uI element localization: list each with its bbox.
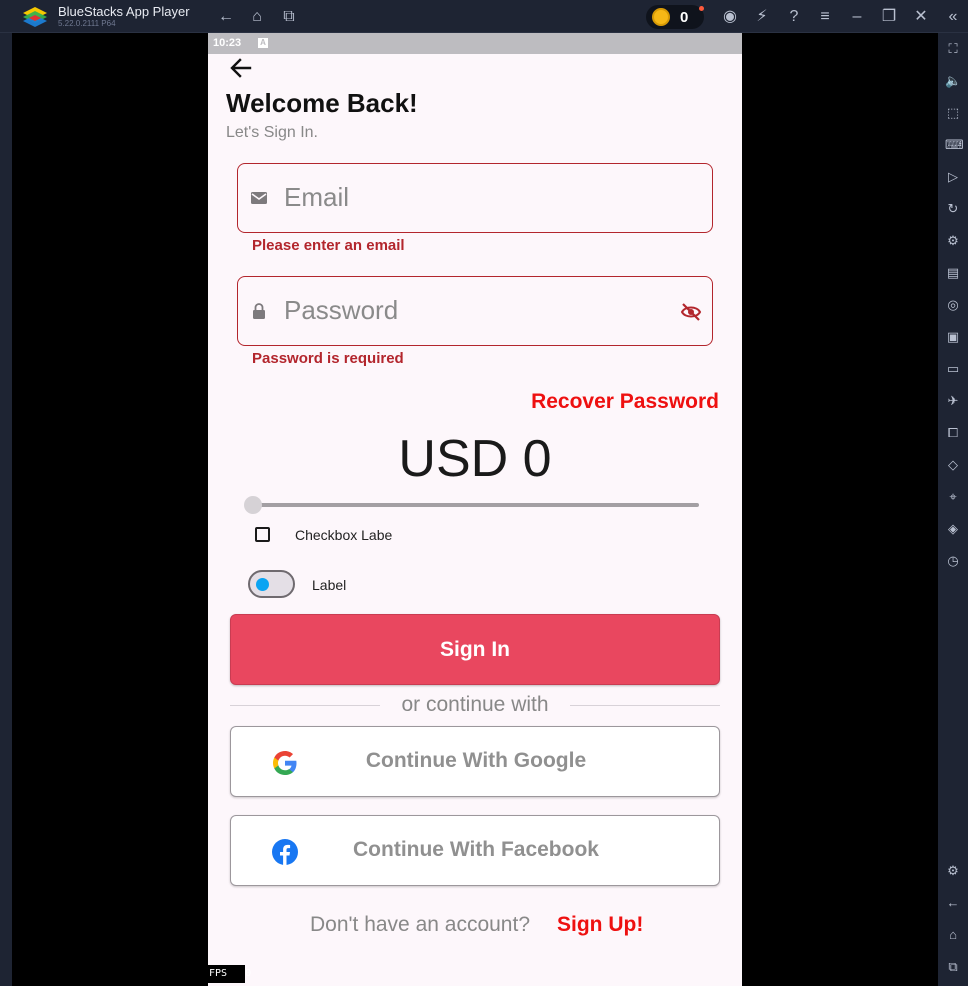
recent-apps-icon[interactable]: ⧉ (278, 6, 300, 28)
android-recents-icon[interactable]: ⧉ (945, 959, 961, 975)
mail-icon (251, 192, 267, 204)
coin-count: 0 (680, 9, 689, 26)
settings-icon[interactable]: ⚙ (945, 863, 961, 879)
menu-icon[interactable]: ≡ (814, 6, 836, 28)
home-icon[interactable]: ⌂ (246, 6, 268, 28)
page-title: Welcome Back! (226, 88, 418, 118)
divider-right (570, 705, 720, 706)
bluestacks-logo-icon (23, 7, 47, 27)
amount-slider[interactable] (253, 503, 699, 507)
location-icon[interactable]: ⌖ (945, 489, 961, 505)
eraser-icon[interactable]: ◇ (945, 457, 961, 473)
password-input[interactable] (284, 277, 664, 344)
page-subtitle: Let's Sign In. (226, 124, 318, 141)
sign-up-link[interactable]: Sign Up! (557, 913, 643, 937)
fullscreen-icon[interactable]: ⛶ (945, 41, 961, 57)
app-screen: 10:23 A Welcome Back! Let's Sign In. Ple… (208, 33, 742, 986)
window-left-border (0, 33, 12, 986)
window-titlebar: BlueStacks App Player 5.22.0.2111 P64 ← … (0, 0, 968, 33)
gamepad-icon[interactable]: ⚙ (945, 233, 961, 249)
restore-icon[interactable]: ❐ (878, 6, 900, 28)
password-field[interactable] (237, 276, 713, 346)
side-toolbar: ⛶ 🔈 ⬚ ⌨ ▷ ↻ ⚙ ▤ ◎ ▣ ▭ ✈ ⧠ ◇ ⌖ ◈ ◷ ⚙ ← ⌂ … (938, 33, 968, 986)
multi-instance-icon[interactable]: ⧠ (945, 425, 961, 441)
facebook-button[interactable]: Continue With Facebook (230, 815, 720, 886)
apk-icon[interactable]: ▤ (945, 265, 961, 281)
close-icon[interactable]: ✕ (910, 6, 932, 28)
no-account-text: Don't have an account? (310, 913, 530, 936)
android-status-bar: 10:23 A (208, 33, 742, 54)
record-icon[interactable]: ▷ (945, 169, 961, 185)
account-icon[interactable]: ◉ (719, 6, 741, 28)
folder-icon[interactable]: ▭ (945, 361, 961, 377)
toggle-label: Label (312, 577, 347, 593)
back-nav-icon[interactable]: ← (215, 6, 237, 28)
screenshot-icon[interactable]: ◎ (945, 297, 961, 313)
email-input[interactable] (284, 164, 664, 231)
back-arrow-icon[interactable] (228, 55, 254, 81)
help-icon[interactable]: ? (783, 6, 805, 28)
amount-slider-thumb[interactable] (244, 496, 262, 514)
recover-password-link[interactable]: Recover Password (531, 390, 719, 414)
fps-counter: FPS 0 (208, 965, 251, 983)
volume-icon[interactable]: 🔈 (945, 73, 961, 89)
layers-icon[interactable]: ◈ (945, 521, 961, 537)
lock-icon (253, 303, 265, 319)
coin-balance[interactable]: 0 (646, 5, 704, 29)
coin-icon (652, 8, 670, 26)
keyboard-icon[interactable]: ⌨ (945, 137, 964, 153)
app-title: BlueStacks App Player (58, 4, 190, 19)
status-indicator-icon: A (258, 38, 268, 48)
eco-mode-icon[interactable]: ⚡ (751, 6, 773, 28)
sign-in-button[interactable]: Sign In (230, 614, 720, 685)
checkbox-label: Checkbox Labe (295, 527, 393, 543)
google-button-label: Continue With Google (365, 749, 587, 772)
status-time: 10:23 (213, 37, 242, 49)
amount-display: USD 0 (398, 430, 552, 488)
resize-icon[interactable]: ▣ (945, 329, 961, 345)
notification-dot (699, 6, 704, 11)
email-field[interactable] (237, 163, 713, 233)
replay-icon[interactable]: ↻ (945, 201, 961, 217)
facebook-button-label: Continue With Facebook (353, 838, 599, 861)
visibility-off-icon[interactable] (680, 301, 702, 323)
minimize-icon[interactable]: – (846, 6, 868, 28)
google-button[interactable]: Continue With Google (230, 726, 720, 797)
airplane-icon[interactable]: ✈ (945, 393, 961, 409)
performance-icon[interactable]: ◷ (945, 553, 961, 569)
checkbox[interactable] (255, 527, 270, 542)
collapse-sidebar-icon[interactable]: « (942, 6, 964, 28)
cursor-icon[interactable]: ⬚ (945, 105, 961, 121)
app-version: 5.22.0.2111 P64 (58, 19, 116, 28)
android-back-icon[interactable]: ← (945, 895, 961, 911)
email-error: Please enter an email (252, 237, 405, 254)
password-error: Password is required (252, 350, 404, 367)
toggle-knob (256, 578, 269, 591)
android-home-icon[interactable]: ⌂ (945, 927, 961, 943)
toggle-switch[interactable] (248, 570, 295, 598)
